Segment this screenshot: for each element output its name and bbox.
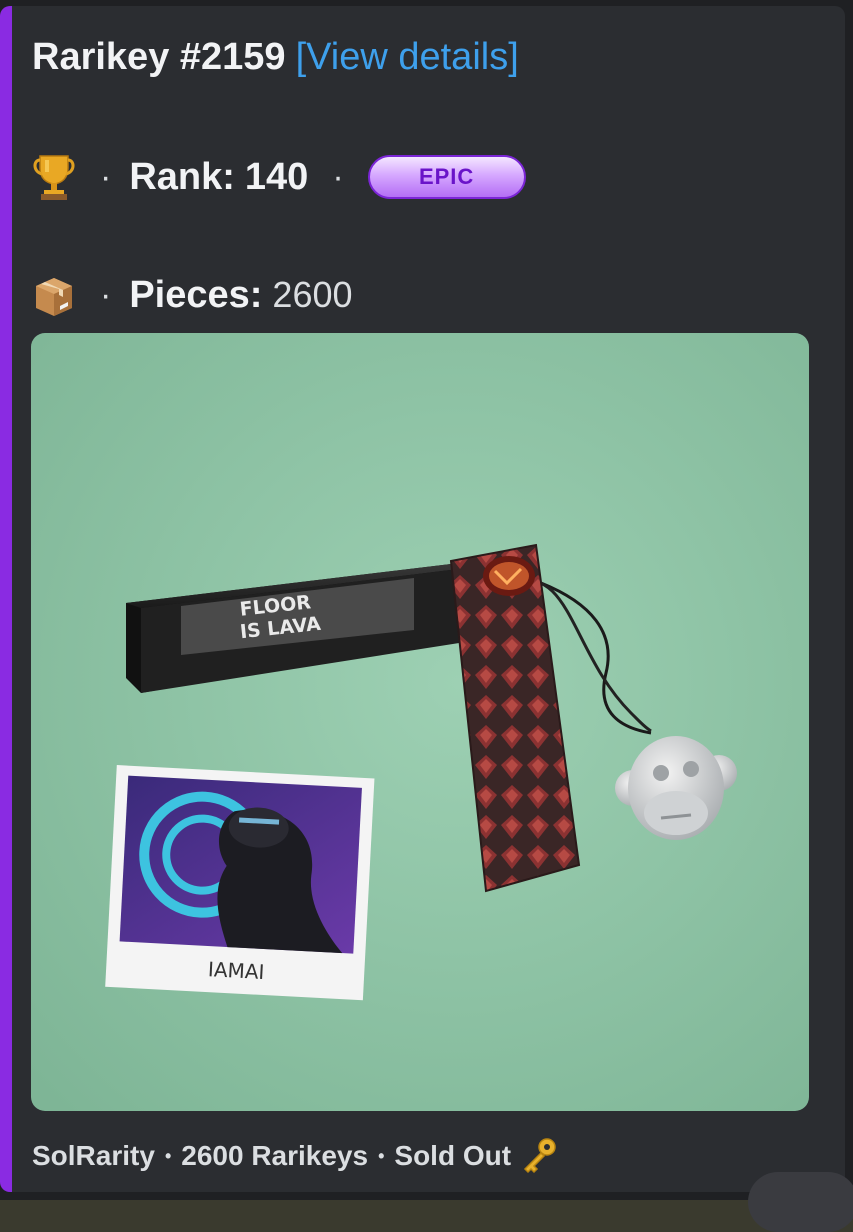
pieces-row: · Pieces: 2600 <box>32 265 353 325</box>
polaroid-card: IAMAI <box>105 765 375 1001</box>
embed-accent-bar <box>0 6 12 1192</box>
footer-bullet-2: • <box>378 1145 385 1166</box>
footer-status: Sold Out <box>394 1140 512 1171</box>
rarity-badge: EPIC <box>367 155 526 199</box>
trophy-icon <box>32 152 76 202</box>
pieces-separator: · <box>100 275 112 314</box>
chat-background: Rarikey #2159 [View details] · Rank: 140 … <box>0 0 853 1232</box>
rank-label: Rank: <box>129 155 235 198</box>
pieces-value: 2600 <box>272 274 353 315</box>
card-caption: IAMAI <box>207 957 265 984</box>
footer-brand: SolRarity <box>32 1140 155 1171</box>
scroll-corner-button[interactable] <box>748 1172 853 1232</box>
package-icon <box>32 270 76 320</box>
rank-value: 140 <box>244 155 309 198</box>
view-details-link[interactable]: [View details] <box>296 36 519 78</box>
footer-bullet-1: • <box>164 1145 172 1166</box>
rank-separator-2: · <box>332 157 344 196</box>
embed-title: Rarikey #2159 [View details] <box>32 32 519 82</box>
rank-separator: · <box>100 157 112 196</box>
footer-count: 2600 Rarikeys <box>181 1140 369 1171</box>
embed-footer: SolRarity • 2600 Rarikeys • Sold Out <box>32 1133 559 1179</box>
nft-image[interactable]: FLOOR IS LAVA IAMAI <box>31 333 809 1111</box>
key-icon <box>519 1136 559 1176</box>
embed-title-text: Rarikey #2159 <box>32 36 286 78</box>
nft-embed-card: Rarikey #2159 [View details] · Rank: 140 … <box>0 6 845 1192</box>
pieces-label: Pieces: <box>129 273 263 316</box>
rank-row: · Rank: 140 · EPIC <box>32 147 526 207</box>
